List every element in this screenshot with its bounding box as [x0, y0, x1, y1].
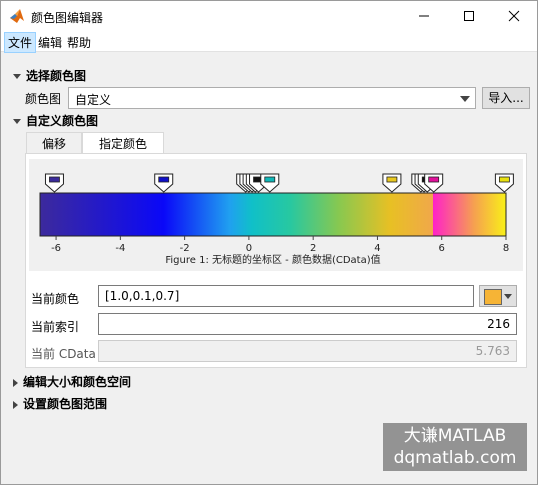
colormap-dropdown[interactable]: 自定义 — [68, 87, 476, 109]
close-icon — [508, 10, 519, 22]
current-index-field[interactable]: 216 — [98, 313, 517, 335]
expanded-icon — [13, 119, 21, 124]
tab-shift[interactable]: 偏移 — [26, 132, 82, 154]
section-custom-colormap[interactable]: 自定义颜色图 — [13, 112, 98, 129]
current-index-label: 当前索引 — [31, 320, 80, 334]
collapsed-icon — [13, 400, 18, 409]
section-set-colormap-range[interactable]: 设置颜色图范围 — [13, 395, 107, 412]
menu-file[interactable]: 文件 — [4, 32, 37, 53]
maximize-button[interactable] — [446, 1, 491, 31]
color-swatch — [484, 289, 502, 305]
minimize-button[interactable] — [401, 1, 446, 31]
window-title: 颜色图编辑器 — [31, 11, 104, 25]
minimize-icon — [418, 15, 429, 17]
section-select-colormap[interactable]: 选择颜色图 — [13, 67, 86, 84]
expanded-icon — [13, 74, 21, 79]
menu-help[interactable]: 帮助 — [64, 33, 94, 52]
maximize-icon — [463, 11, 474, 21]
chevron-down-icon — [460, 96, 470, 102]
colorbar-axes-area — [29, 159, 523, 271]
title-bar: 颜色图编辑器 — [1, 1, 537, 31]
close-button[interactable] — [491, 1, 536, 31]
section-edit-size-colorspace[interactable]: 编辑大小和颜色空间 — [13, 373, 131, 390]
current-color-field[interactable]: [1.0,0.1,0.7] — [98, 285, 474, 307]
colormap-label: 颜色图 — [25, 92, 62, 106]
watermark: 大谦MATLAB dqmatlab.com — [383, 423, 527, 471]
color-picker-button[interactable] — [479, 285, 517, 307]
chevron-down-icon — [504, 294, 512, 299]
menu-bar: 文件 编辑 帮助 — [1, 31, 537, 53]
matlab-logo-icon — [10, 9, 24, 23]
current-cdata-field: 5.763 — [98, 340, 517, 362]
tab-specify-colors[interactable]: 指定颜色 — [82, 132, 164, 155]
collapsed-icon — [13, 378, 18, 387]
current-cdata-label: 当前 CData — [31, 347, 96, 361]
menu-edit[interactable]: 编辑 — [35, 33, 65, 52]
current-color-label: 当前颜色 — [31, 292, 80, 306]
colormap-editor-window: 颜色图编辑器 文件 编辑 帮助 选择颜色图 颜色图 自定义 导入... 自定义颜… — [0, 0, 538, 485]
import-button[interactable]: 导入... — [482, 87, 530, 109]
